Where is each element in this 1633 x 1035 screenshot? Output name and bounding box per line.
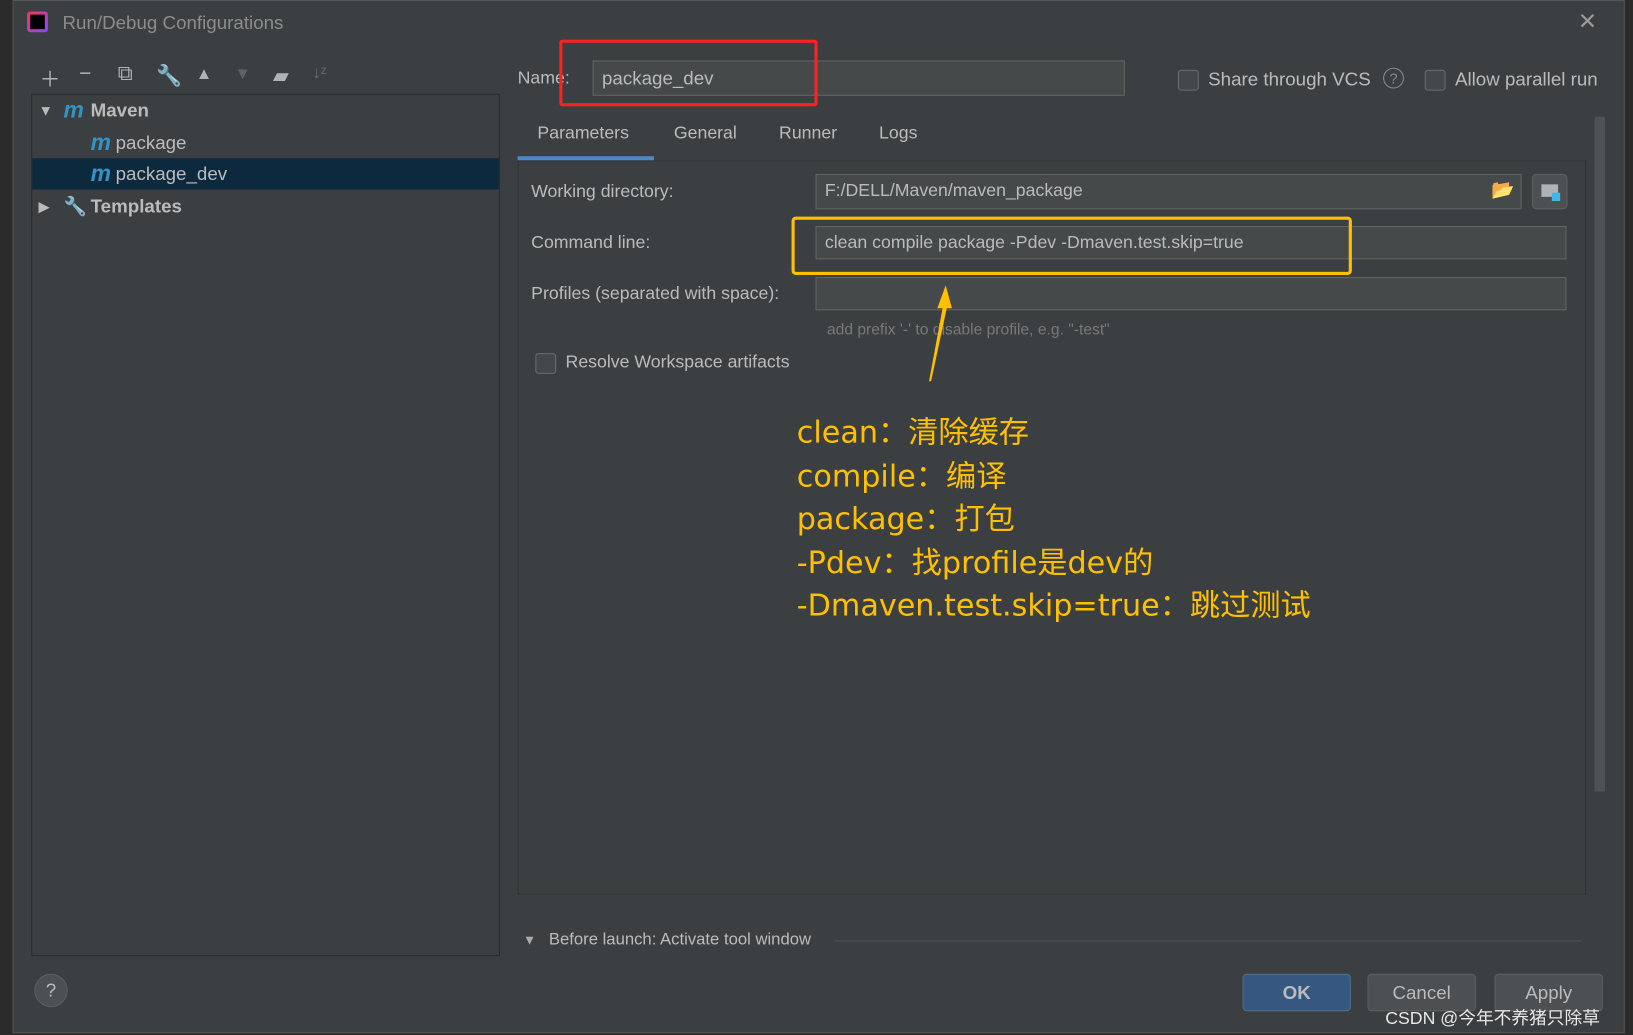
resolve-workspace-label: Resolve Workspace artifacts bbox=[565, 352, 790, 372]
annotation-line: package：打包 bbox=[796, 500, 1015, 537]
tab-logs[interactable]: Logs bbox=[879, 123, 917, 144]
copy-icon[interactable]: ⧉ bbox=[118, 62, 133, 86]
profiles-hint: add prefix '-' to disable profile, e.g. … bbox=[826, 320, 1110, 339]
highlight-box-command bbox=[791, 216, 1352, 275]
tree-item-label: Templates bbox=[90, 195, 182, 217]
scrollbar[interactable] bbox=[1594, 116, 1605, 792]
allow-parallel-label: Allow parallel run bbox=[1454, 68, 1598, 90]
help-icon[interactable]: ? bbox=[1383, 67, 1404, 89]
resolve-workspace-checkbox[interactable] bbox=[535, 353, 557, 374]
browse-folder-icon[interactable]: 📂 bbox=[1491, 179, 1514, 201]
intellij-logo-icon bbox=[27, 11, 48, 33]
highlight-box-name bbox=[559, 39, 818, 107]
tab-general[interactable]: General bbox=[674, 123, 737, 144]
annotation-arrow-icon bbox=[929, 285, 952, 382]
annotation-line: compile：编译 bbox=[796, 457, 1007, 494]
watermark: CSDN @今年不养猪只除草 bbox=[1385, 1008, 1600, 1028]
working-dir-label: Working directory: bbox=[531, 181, 674, 202]
tree-item-label: package bbox=[115, 132, 187, 154]
tree-item-maven[interactable]: ▼ m Maven bbox=[32, 95, 499, 126]
configuration-tree: ▼ m Maven m package m package_dev ▶ 🔧 Te… bbox=[31, 93, 500, 957]
separator bbox=[835, 940, 1581, 942]
working-dir-input[interactable]: F:/DELL/Maven/maven_package bbox=[815, 173, 1522, 210]
maven-icon: m bbox=[90, 129, 111, 156]
command-line-label: Command line: bbox=[531, 232, 651, 253]
wrench-icon: 🔧 bbox=[63, 195, 87, 217]
annotation-line: clean：清除缓存 bbox=[796, 414, 1030, 450]
dialog-title: Run/Debug Configurations bbox=[62, 12, 284, 34]
move-up-icon[interactable]: ▲ bbox=[196, 66, 213, 85]
before-launch-toggle-icon[interactable]: ▼ bbox=[523, 932, 536, 948]
maven-icon: m bbox=[90, 160, 111, 187]
tree-item-package[interactable]: m package bbox=[32, 127, 499, 158]
add-icon[interactable]: ＋ bbox=[40, 62, 61, 92]
wrench-icon[interactable]: 🔧 bbox=[156, 62, 182, 88]
close-icon[interactable]: ✕ bbox=[1578, 8, 1597, 35]
macro-folder-button[interactable] bbox=[1532, 173, 1568, 210]
annotation-line: -Dmaven.test.skip=true：跳过测试 bbox=[796, 587, 1311, 623]
tree-item-label: Maven bbox=[90, 99, 149, 121]
help-button[interactable]: ? bbox=[34, 973, 68, 1008]
share-vcs-label: Share through VCS bbox=[1208, 68, 1371, 90]
collapse-icon[interactable]: ▶ bbox=[39, 191, 50, 222]
annotation-text: clean：清除缓存 compile：编译 package：打包 -Pdev：找… bbox=[797, 411, 1311, 627]
macro-badge-icon bbox=[1551, 192, 1561, 202]
tab-parameters[interactable]: Parameters bbox=[537, 123, 629, 144]
profiles-label: Profiles (separated with space): bbox=[531, 283, 780, 304]
remove-icon[interactable]: − bbox=[79, 62, 91, 86]
tree-item-templates[interactable]: ▶ 🔧 Templates bbox=[32, 191, 499, 222]
allow-parallel-checkbox[interactable] bbox=[1424, 69, 1446, 91]
tab-runner[interactable]: Runner bbox=[779, 123, 837, 144]
expand-icon[interactable]: ▼ bbox=[39, 95, 53, 126]
before-launch-label[interactable]: Before launch: Activate tool window bbox=[549, 931, 811, 950]
tree-item-package-dev[interactable]: m package_dev bbox=[32, 158, 499, 190]
annotation-line: -Pdev：找profile是dev的 bbox=[796, 544, 1154, 580]
new-folder-icon[interactable]: ▰ bbox=[273, 62, 289, 88]
maven-icon: m bbox=[63, 96, 84, 123]
sort-icon[interactable]: ↓ᶻ bbox=[312, 65, 326, 84]
ok-button[interactable]: OK bbox=[1242, 973, 1351, 1012]
tree-item-label: package_dev bbox=[115, 163, 228, 185]
share-vcs-checkbox[interactable] bbox=[1177, 69, 1199, 91]
move-down-icon[interactable]: ▼ bbox=[234, 66, 251, 85]
